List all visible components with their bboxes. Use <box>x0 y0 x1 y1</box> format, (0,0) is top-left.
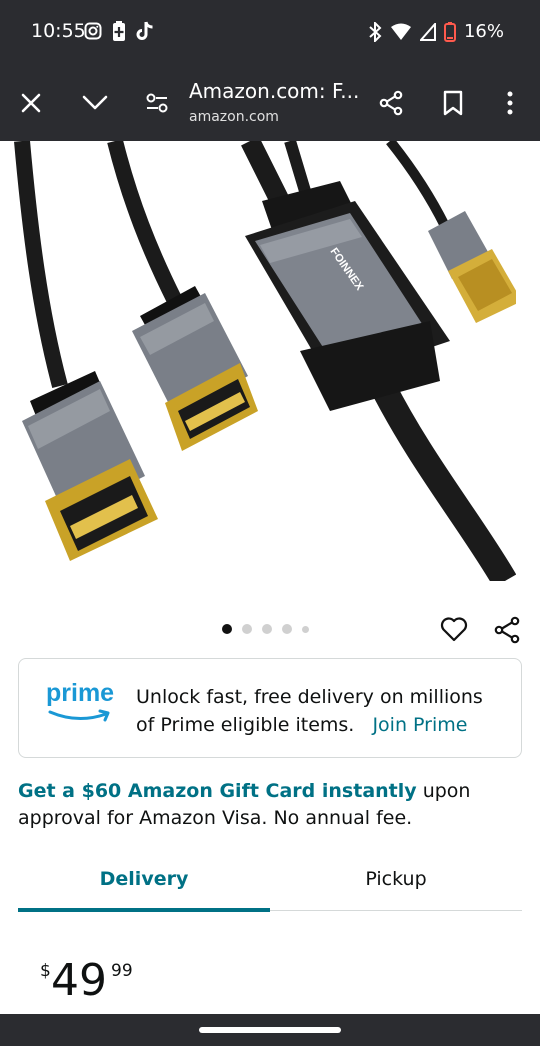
instagram-icon <box>84 22 102 40</box>
wifi-icon <box>390 23 411 40</box>
share-icon[interactable] <box>493 616 521 649</box>
tiktok-icon <box>136 21 153 40</box>
status-system-icons: 16% <box>368 21 504 42</box>
page-domain[interactable]: amazon.com <box>189 109 279 125</box>
converter-box: FOINNEX <box>245 181 450 411</box>
gift-card-link[interactable]: Get a $60 Amazon Gift Card instantly <box>18 780 417 802</box>
home-gesture-handle[interactable] <box>199 1027 341 1033</box>
chevron-down-icon[interactable] <box>78 86 112 120</box>
status-bar: 10:55 16% <box>0 0 540 66</box>
price-fraction: 99 <box>111 961 133 981</box>
prime-message: Unlock fast, free delivery on millions o… <box>136 683 506 739</box>
site-settings-icon[interactable] <box>140 86 174 120</box>
prime-smile-icon <box>48 709 110 722</box>
bookmark-icon[interactable] <box>436 86 470 120</box>
battery-icon <box>443 21 456 42</box>
displayport-connector <box>22 371 158 561</box>
prime-banner[interactable]: prime Unlock fast, free delivery on mill… <box>18 658 522 758</box>
price-whole: 49 <box>51 955 107 1006</box>
join-prime-link[interactable]: Join Prime <box>372 714 467 736</box>
status-time: 10:55 <box>31 20 86 42</box>
signal-icon <box>419 22 436 41</box>
page-title[interactable]: Amazon.com: F... <box>189 79 359 103</box>
carousel-dot-active[interactable] <box>222 624 232 634</box>
system-nav-bar <box>0 1014 540 1046</box>
tab-delivery[interactable]: Delivery <box>18 868 270 890</box>
carousel-dot[interactable] <box>282 624 292 634</box>
active-tab-indicator <box>18 908 270 912</box>
heart-icon[interactable] <box>440 616 468 647</box>
status-notification-icons <box>84 21 154 41</box>
share-icon[interactable] <box>374 86 408 120</box>
carousel-dot[interactable] <box>262 624 272 634</box>
fulfillment-tabs: Delivery Pickup <box>18 860 522 912</box>
battery-percent: 16% <box>463 21 504 42</box>
tab-pickup[interactable]: Pickup <box>270 868 522 890</box>
battery-saver-icon <box>113 21 125 41</box>
carousel-dot[interactable] <box>242 624 252 634</box>
more-icon[interactable] <box>493 86 527 120</box>
prime-logo: prime <box>46 679 114 722</box>
product-image[interactable]: FOINNEX <box>0 141 540 581</box>
hdmi-connector <box>132 286 258 451</box>
bluetooth-icon <box>369 21 382 42</box>
close-icon[interactable] <box>14 86 48 120</box>
gift-card-promo: Get a $60 Amazon Gift Card instantly upo… <box>18 778 518 832</box>
price-symbol: $ <box>40 961 51 981</box>
carousel-dot[interactable] <box>302 625 309 633</box>
browser-toolbar: Amazon.com: F... amazon.com <box>0 66 540 141</box>
carousel-dots[interactable] <box>222 624 309 634</box>
usb-connector <box>428 211 522 323</box>
